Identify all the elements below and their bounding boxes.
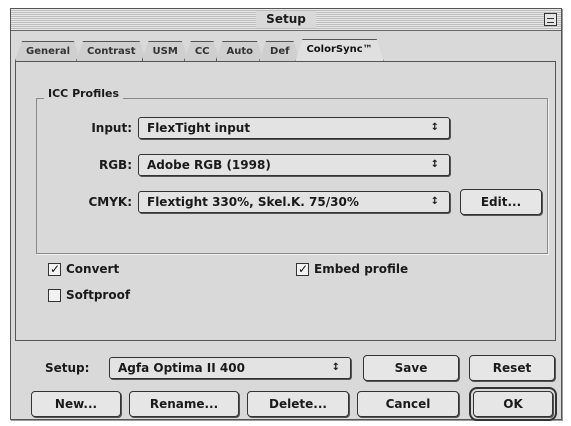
- rename-button[interactable]: Rename...: [129, 391, 239, 417]
- window-title: Setup: [256, 11, 316, 28]
- cmyk-profile-popup[interactable]: Flextight 330%, Skel.K. 75/30% ↕: [138, 191, 450, 213]
- cancel-button[interactable]: Cancel: [357, 391, 459, 417]
- checkbox-empty-icon: [48, 288, 61, 302]
- rgb-profile-popup[interactable]: Adobe RGB (1998) ↕: [138, 154, 450, 176]
- setup-label: Setup:: [45, 361, 90, 375]
- ok-button[interactable]: OK: [469, 387, 557, 421]
- tab-bar: General Contrast USM CC Auto Def ColorSy…: [15, 39, 560, 61]
- convert-checkbox[interactable]: Convert: [48, 260, 119, 278]
- checkmark-icon: [296, 261, 309, 277]
- tab-usm[interactable]: USM: [142, 41, 189, 61]
- popup-arrows-icon: ↕: [430, 159, 439, 170]
- edit-button[interactable]: Edit...: [460, 189, 542, 215]
- checkmark-icon: [48, 261, 61, 277]
- input-profile-popup[interactable]: FlexTight input ↕: [138, 117, 450, 139]
- new-button[interactable]: New...: [31, 391, 121, 417]
- tab-def[interactable]: Def: [259, 41, 300, 61]
- tab-colorsync[interactable]: ColorSync™: [295, 39, 383, 61]
- softproof-label: Softproof: [66, 288, 131, 302]
- input-profile-value: FlexTight input: [147, 121, 251, 135]
- tab-auto[interactable]: Auto: [216, 41, 265, 61]
- reset-button[interactable]: Reset: [469, 355, 555, 381]
- cmyk-profile-value: Flextight 330%, Skel.K. 75/30%: [147, 195, 359, 209]
- icc-profiles-title: ICC Profiles: [44, 86, 124, 102]
- tab-general[interactable]: General: [15, 41, 81, 61]
- popup-arrows-icon: ↕: [331, 362, 340, 373]
- convert-label: Convert: [66, 262, 120, 276]
- setup-window: Setup General Contrast USM CC Auto Def C…: [10, 8, 562, 421]
- input-label: Input:: [91, 121, 132, 135]
- softproof-checkbox[interactable]: Softproof: [48, 286, 130, 304]
- setup-preset-popup[interactable]: Agfa Optima II 400 ↕: [109, 357, 351, 379]
- collapse-box-icon[interactable]: [544, 13, 557, 26]
- popup-arrows-icon: ↕: [430, 122, 439, 133]
- tab-cc[interactable]: CC: [184, 41, 221, 61]
- cmyk-label: CMYK:: [88, 195, 132, 209]
- save-button[interactable]: Save: [363, 355, 459, 381]
- tab-contrast[interactable]: Contrast: [76, 41, 147, 61]
- delete-button[interactable]: Delete...: [247, 391, 349, 417]
- rgb-label: RGB:: [98, 158, 132, 172]
- setup-preset-value: Agfa Optima II 400: [118, 361, 245, 375]
- colorsync-panel: ICC Profiles Input: FlexTight input ↕ RG…: [15, 61, 556, 341]
- rgb-profile-value: Adobe RGB (1998): [147, 158, 271, 172]
- title-bar[interactable]: Setup: [11, 9, 561, 31]
- embed-profile-label: Embed profile: [314, 262, 409, 276]
- embed-profile-checkbox[interactable]: Embed profile: [296, 260, 408, 278]
- popup-arrows-icon: ↕: [430, 196, 439, 207]
